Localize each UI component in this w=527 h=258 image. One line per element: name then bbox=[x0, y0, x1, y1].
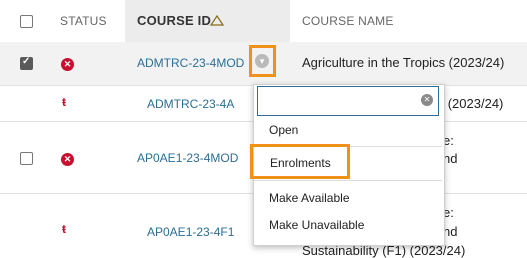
menu-item-make-unavailable[interactable]: Make Unavailable bbox=[269, 218, 364, 232]
status-header[interactable]: STATUS bbox=[60, 14, 107, 28]
menu-divider bbox=[254, 180, 442, 181]
row-checkbox[interactable] bbox=[20, 152, 33, 165]
course-name-line: nd bbox=[443, 224, 458, 239]
clear-x-icon[interactable]: ✕ bbox=[421, 94, 433, 106]
course-name: Agriculture in the Tropics (2023/24) bbox=[302, 55, 505, 70]
course-id-link[interactable]: AP0AE1-23-4F1 bbox=[147, 225, 234, 239]
menu-item-open[interactable]: Open bbox=[269, 123, 298, 137]
t-glyph-icon: ŧ bbox=[62, 95, 66, 109]
course-id-header[interactable]: COURSE ID bbox=[137, 13, 211, 28]
course-name-header[interactable]: COURSE NAME bbox=[302, 14, 394, 28]
menu-item-make-available[interactable]: Make Available bbox=[269, 191, 350, 205]
course-id-link[interactable]: ADMTRC-23-4A bbox=[147, 97, 234, 111]
x-circle-icon: ✕ bbox=[61, 153, 74, 166]
course-name-line: nd bbox=[443, 151, 458, 166]
row-checkbox[interactable] bbox=[20, 56, 33, 70]
t-glyph-icon: ŧ bbox=[62, 222, 66, 236]
select-all-checkbox[interactable] bbox=[20, 15, 33, 28]
course-id-link[interactable]: ADMTRC-23-4MOD bbox=[137, 56, 244, 70]
menu-item-enrolments[interactable]: Enrolments bbox=[270, 156, 331, 170]
x-circle-icon: ✕ bbox=[61, 58, 74, 71]
sort-up-icon[interactable] bbox=[210, 15, 224, 26]
course-id-link[interactable]: AP0AE1-23-4MOD bbox=[137, 151, 238, 165]
menu-search-input[interactable] bbox=[257, 86, 439, 116]
chevron-down-icon[interactable]: ▾ bbox=[255, 54, 269, 68]
